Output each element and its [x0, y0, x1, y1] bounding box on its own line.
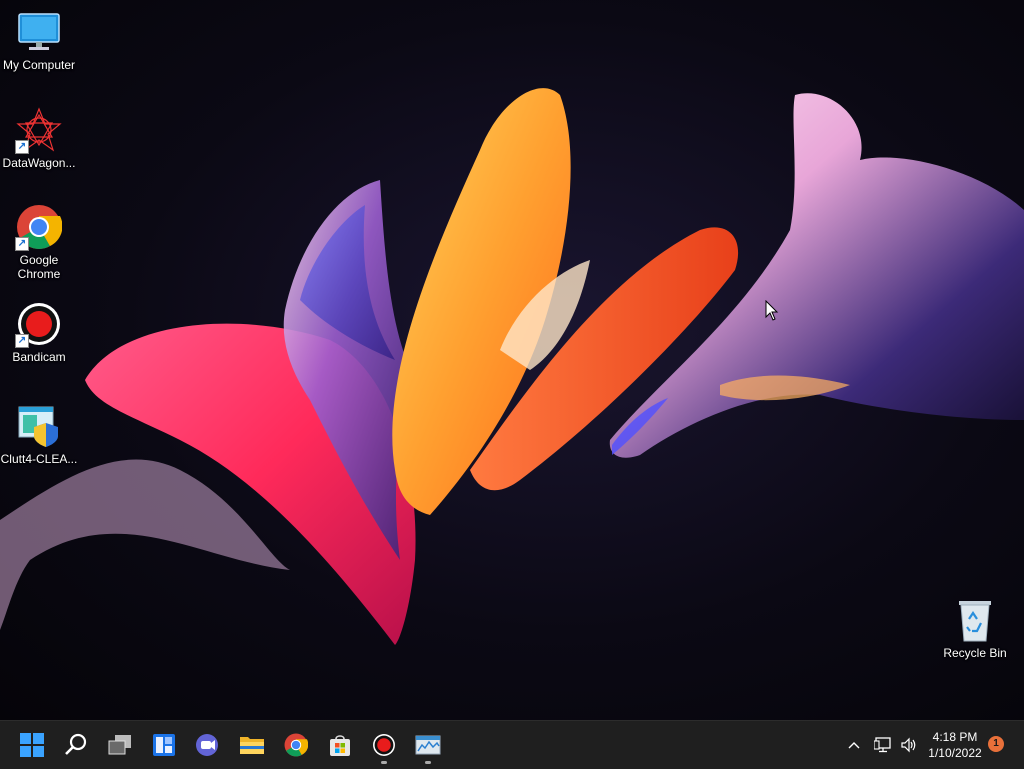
datawagon-icon: ↗	[15, 106, 63, 154]
show-hidden-icons-button[interactable]	[844, 741, 864, 749]
chevron-up-icon	[848, 742, 860, 749]
desktop-icon-datawagon[interactable]: ↗ DataWagon...	[0, 106, 81, 170]
desktop-icon-label: Recycle Bin	[943, 646, 1007, 660]
volume-icon	[901, 737, 916, 753]
bandicam-taskbar-button[interactable]	[364, 725, 404, 765]
running-indicator	[425, 761, 431, 764]
file-explorer-button[interactable]	[232, 725, 272, 765]
system-tray	[844, 721, 922, 769]
teams-chat-icon	[196, 734, 218, 756]
desktop-icon-label: My Computer	[2, 58, 76, 72]
task-view-icon	[108, 735, 131, 755]
store-button[interactable]	[320, 725, 360, 765]
chrome-icon: ↗	[15, 203, 63, 251]
shortcut-arrow-icon: ↗	[15, 140, 29, 154]
clutt-icon	[15, 402, 63, 450]
wallpaper	[0, 88, 1024, 645]
widgets-icon	[153, 734, 175, 756]
chrome-icon	[284, 733, 308, 757]
store-icon	[330, 735, 350, 756]
monitor-icon	[15, 8, 63, 56]
desktop[interactable]: My Computer ↗ DataWagon... ↗ Google Chro…	[0, 0, 1024, 720]
desktop-icon-label: DataWagon...	[2, 156, 76, 170]
widgets-button[interactable]	[144, 725, 184, 765]
desktop-icon-recycle-bin[interactable]: Recycle Bin	[933, 596, 1017, 660]
file-explorer-icon	[240, 737, 264, 754]
desktop-icon-label: Google Chrome	[17, 253, 61, 281]
desktop-icon-label: Bandicam	[12, 350, 66, 364]
desktop-icon-bandicam[interactable]: ↗ Bandicam	[0, 300, 81, 364]
desktop-icon-clutt4[interactable]: Clutt4-CLEA...	[0, 402, 81, 466]
clock[interactable]: 4:18 PM 1/10/2022	[922, 729, 988, 761]
running-indicator	[381, 761, 387, 764]
desktop-icon-my-computer[interactable]: My Computer	[0, 8, 81, 72]
taskbar: 4:18 PM 1/10/2022	[0, 720, 1024, 769]
monitor-app-button[interactable]	[408, 725, 448, 765]
desktop-icon-google-chrome[interactable]: ↗ Google Chrome	[0, 203, 81, 281]
search-icon	[65, 733, 87, 755]
chrome-taskbar-button[interactable]	[276, 725, 316, 765]
volume-button[interactable]	[896, 737, 922, 753]
mouse-cursor-icon	[765, 300, 779, 321]
notification-badge[interactable]: 1	[988, 736, 1004, 752]
shortcut-arrow-icon: ↗	[15, 334, 29, 348]
teams-chat-button[interactable]	[188, 725, 228, 765]
bandicam-icon	[373, 734, 395, 756]
desktop-icon-label: Clutt4-CLEA...	[0, 452, 78, 466]
network-button[interactable]	[870, 737, 896, 753]
task-view-button[interactable]	[100, 725, 140, 765]
clock-time: 4:18 PM	[932, 730, 978, 744]
network-icon	[874, 737, 891, 753]
bandicam-icon: ↗	[15, 300, 63, 348]
shortcut-arrow-icon: ↗	[15, 237, 29, 251]
start-button[interactable]	[12, 725, 52, 765]
recycle-bin-icon	[951, 596, 999, 644]
clock-date: 1/10/2022	[928, 746, 982, 760]
search-button[interactable]	[56, 725, 96, 765]
monitor-app-icon	[415, 735, 441, 755]
start-icon	[20, 733, 44, 757]
